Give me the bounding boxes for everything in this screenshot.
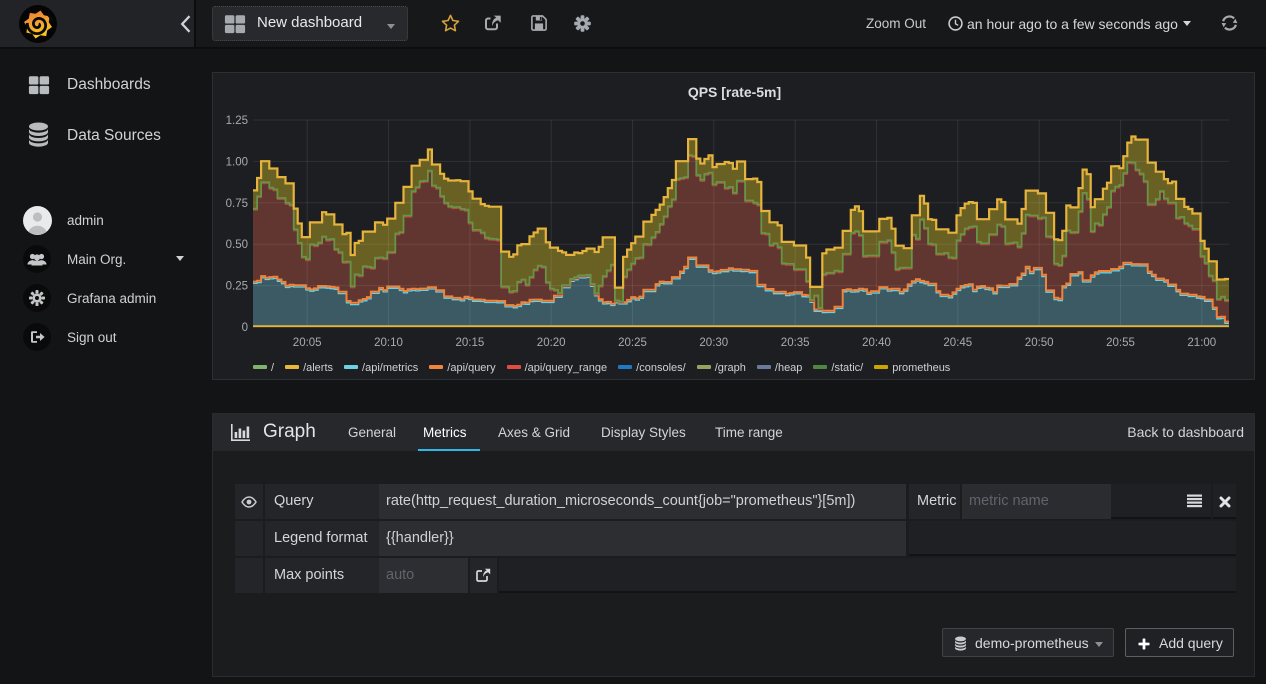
svg-text:20:55: 20:55 bbox=[1106, 337, 1135, 349]
svg-text:20:30: 20:30 bbox=[699, 337, 728, 349]
svg-text:20:35: 20:35 bbox=[781, 337, 810, 349]
svg-text:20:20: 20:20 bbox=[537, 337, 566, 349]
svg-text:0.50: 0.50 bbox=[226, 239, 248, 251]
svg-text:0.25: 0.25 bbox=[226, 281, 248, 293]
svg-text:1.25: 1.25 bbox=[226, 115, 248, 127]
svg-text:20:45: 20:45 bbox=[943, 337, 972, 349]
svg-text:20:05: 20:05 bbox=[293, 337, 322, 349]
svg-text:20:50: 20:50 bbox=[1025, 337, 1054, 349]
svg-text:21:00: 21:00 bbox=[1187, 337, 1216, 349]
svg-text:20:25: 20:25 bbox=[618, 337, 647, 349]
svg-text:20:15: 20:15 bbox=[456, 337, 485, 349]
svg-text:20:40: 20:40 bbox=[862, 337, 891, 349]
svg-text:0.75: 0.75 bbox=[226, 198, 248, 210]
svg-text:0: 0 bbox=[242, 322, 248, 334]
svg-text:20:10: 20:10 bbox=[374, 337, 403, 349]
svg-text:1.00: 1.00 bbox=[226, 156, 248, 168]
